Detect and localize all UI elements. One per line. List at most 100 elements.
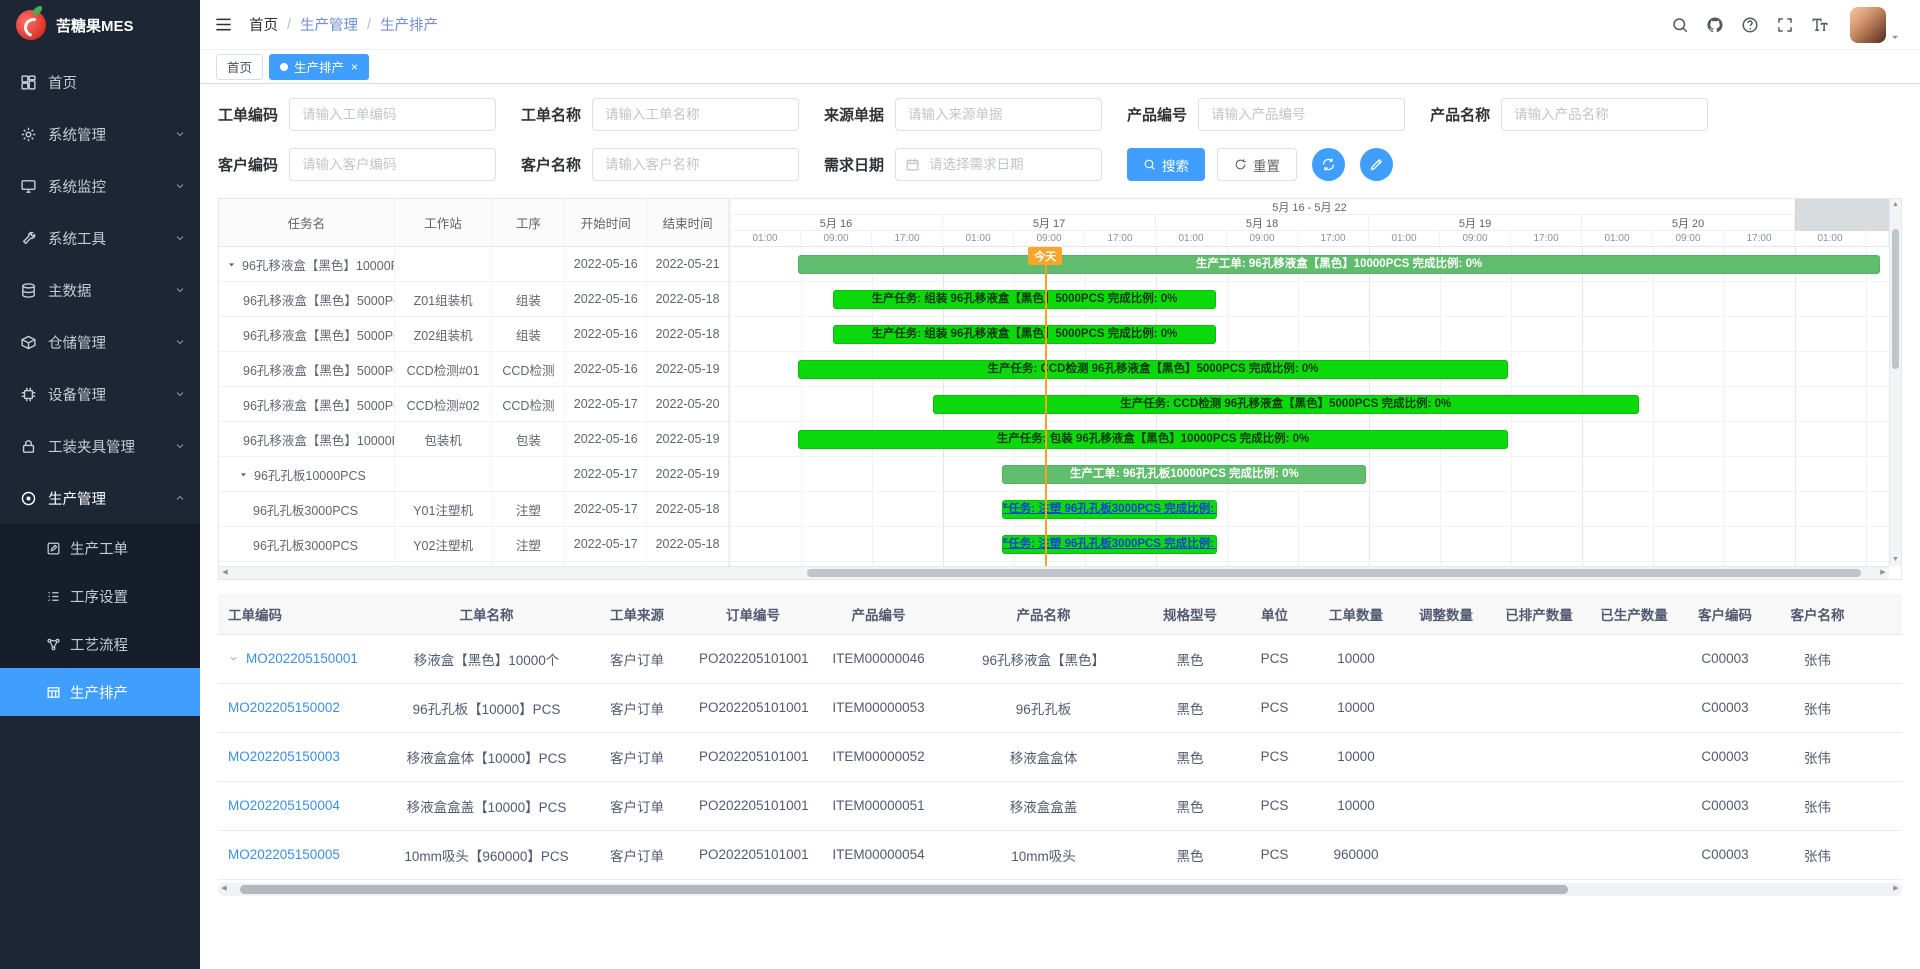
gantt-task-row[interactable]: 96孔孔板10000PCS2022-05-172022-05-19 <box>219 457 729 492</box>
gantt-task-row[interactable]: 96孔孔板3000PCSY02注塑机注塑2022-05-172022-05-18 <box>219 527 729 562</box>
gantt-task-row[interactable]: 96孔移液盒【黑色】5000PCSZ02组装机组装2022-05-162022-… <box>219 317 729 352</box>
sidebar-item-label: 系统监控 <box>48 176 174 197</box>
filter-label: 客户编码 <box>218 154 278 175</box>
orders-column-header: 客户编码 <box>1680 594 1770 634</box>
gantt-day-label: 5月 20 <box>1582 215 1795 230</box>
gantt-task-row[interactable]: 96孔移液盒【黑色】5000PCSCCD检测#02CCD检测2022-05-17… <box>219 387 729 422</box>
question-icon[interactable] <box>1741 16 1759 34</box>
sidebar-subitem[interactable]: 生产排产 <box>0 668 200 716</box>
sidebar-item[interactable]: 生产管理 <box>0 472 200 524</box>
gantt-bar[interactable]: 生产工单: 96孔移液盒【黑色】10000PCS 完成比例: 0% <box>798 255 1879 274</box>
gantt-bar[interactable]: 生产工单: 96孔孔板10000PCS 完成比例: 0% <box>1002 465 1366 484</box>
sidebar-subitem[interactable]: 工艺流程 <box>0 620 200 668</box>
scroll-down-icon[interactable]: ▼ <box>1890 554 1902 566</box>
gantt-task-row[interactable]: 96孔移液盒【黑色】5000PCSCCD检测#01CCD检测2022-05-16… <box>219 352 729 387</box>
search-icon[interactable] <box>1671 16 1689 34</box>
avatar[interactable] <box>1850 7 1886 43</box>
order-spec-cell: 黑色 <box>1141 830 1239 879</box>
gantt-bar[interactable]: 生产任务: CCD检测 96孔移液盒【黑色】5000PCS 完成比例: 0% <box>933 395 1639 414</box>
sidebar-item[interactable]: 系统监控 <box>0 160 200 212</box>
order-link[interactable]: MO202205150001 <box>246 651 358 666</box>
table-row[interactable]: MO202205150004移液盒盒盖【10000】PCS客户订单PO20220… <box>218 781 1902 830</box>
sidebar-subitem[interactable]: 工序设置 <box>0 572 200 620</box>
gantt-task-row[interactable]: 96孔移液盒【黑色】10000PCS包装机包装2022-05-162022-05… <box>219 422 729 457</box>
search-button[interactable]: 搜索 <box>1127 148 1205 181</box>
breadcrumb-separator: / <box>367 17 371 33</box>
tab-item[interactable]: 首页 <box>216 54 263 80</box>
gantt-bar[interactable]: 生产任务: 组装 96孔移液盒【黑色】5000PCS 完成比例: 0% <box>833 290 1215 309</box>
gantt-bar[interactable]: 生产任务: CCD检测 96孔移液盒【黑色】5000PCS 完成比例: 0% <box>798 360 1507 379</box>
sidebar-toggle-icon[interactable] <box>214 15 233 34</box>
table-grid-icon <box>46 685 61 700</box>
gantt-chart-body: 生产工单: 96孔移液盒【黑色】10000PCS 完成比例: 0% 生产任务: 组… <box>730 247 1889 579</box>
scrollbar-thumb[interactable] <box>1892 229 1899 369</box>
gantt-bar[interactable]: 生产任务: 包装 96孔移液盒【黑色】10000PCS 完成比例: 0% <box>798 430 1507 449</box>
order-product_code-cell: ITEM00000051 <box>811 781 946 830</box>
app-logo[interactable]: 苦糖果MES <box>0 0 200 50</box>
font-size-icon[interactable] <box>1811 16 1829 34</box>
gantt-bar[interactable]: 生产任务: 注塑 96孔孔板3000PCS 完成比例: 0% <box>1002 500 1216 519</box>
scroll-up-icon[interactable]: ▲ <box>1890 199 1902 211</box>
breadcrumb-item[interactable]: 首页 <box>249 14 278 35</box>
scroll-right-icon[interactable]: ▶ <box>1877 567 1889 579</box>
table-row[interactable]: MO20220515000296孔孔板【10000】PCS客户订单PO20220… <box>218 683 1902 732</box>
order-link[interactable]: MO202205150002 <box>228 700 340 715</box>
order-produced_qty-cell <box>1588 683 1680 732</box>
filter-input[interactable] <box>592 98 799 131</box>
filter-input[interactable] <box>289 98 496 131</box>
gantt-task-row[interactable]: 96孔孔板3000PCSY01注塑机注塑2022-05-172022-05-18 <box>219 492 729 527</box>
scroll-right-icon[interactable]: ▶ <box>1890 883 1902 895</box>
table-row[interactable]: MO20220515000510mm吸头【960000】PCS客户订单PO202… <box>218 830 1902 879</box>
scrollbar-track[interactable] <box>230 883 1890 896</box>
order-demand_date-cell: 2022 <box>1865 830 1902 879</box>
gantt-task-row[interactable]: 96孔移液盒【黑色】5000PCSZ01组装机组装2022-05-162022-… <box>219 282 729 317</box>
sidebar-item[interactable]: 系统工具 <box>0 212 200 264</box>
app-root: 苦糖果MES 首页系统管理系统监控系统工具主数据仓储管理设备管理工装夹具管理生产… <box>0 0 1920 969</box>
sidebar-item[interactable]: 首页 <box>0 56 200 108</box>
user-menu[interactable] <box>1850 7 1900 43</box>
sidebar-item[interactable]: 仓储管理 <box>0 316 200 368</box>
table-row[interactable]: MO202205150001移液盒【黑色】10000个客户订单PO2022051… <box>218 634 1902 683</box>
sidebar-subitem[interactable]: 生产工单 <box>0 524 200 572</box>
table-row[interactable]: MO202205150003移液盒盒体【10000】PCS客户订单PO20220… <box>218 732 1902 781</box>
filter-input[interactable] <box>289 148 496 181</box>
filter-input[interactable] <box>1501 98 1708 131</box>
filter-input[interactable] <box>895 98 1102 131</box>
sidebar-item[interactable]: 主数据 <box>0 264 200 316</box>
order-link[interactable]: MO202205150005 <box>228 847 340 862</box>
gantt-range-label: 5月 16 - 5月 22 <box>730 199 1889 215</box>
gantt-task-row[interactable]: 96孔移液盒【黑色】10000PCS2022-05-162022-05-21 <box>219 247 729 282</box>
scroll-left-icon[interactable]: ◀ <box>218 883 230 895</box>
scrollbar-track[interactable] <box>1890 211 1901 554</box>
order-link[interactable]: MO202205150004 <box>228 798 340 813</box>
gantt-bar[interactable]: 生产任务: 注塑 96孔孔板3000PCS 完成比例: 0% <box>1002 535 1216 554</box>
fullscreen-icon[interactable] <box>1776 16 1794 34</box>
gantt-horizontal-scrollbar[interactable]: ◀ ▶ <box>219 566 1889 579</box>
github-icon[interactable] <box>1706 16 1724 34</box>
sidebar-item[interactable]: 系统管理 <box>0 108 200 160</box>
tab-close-icon[interactable]: × <box>351 60 358 74</box>
orders-horizontal-scrollbar[interactable]: ◀ ▶ <box>218 883 1902 896</box>
gantt-time-label: 01:00 <box>730 231 801 246</box>
scroll-left-icon[interactable]: ◀ <box>219 567 231 579</box>
sidebar-item[interactable]: 工装夹具管理 <box>0 420 200 472</box>
edit-columns-button[interactable] <box>1360 148 1393 181</box>
orders-column-header: 客户名称 <box>1770 594 1865 634</box>
gantt-vertical-scrollbar[interactable]: ▲ ▼ <box>1889 199 1901 566</box>
sidebar-item[interactable]: 设备管理 <box>0 368 200 420</box>
filter-input[interactable] <box>1198 98 1405 131</box>
filter-input[interactable] <box>592 148 799 181</box>
refresh-view-button[interactable] <box>1312 148 1345 181</box>
reset-button[interactable]: 重置 <box>1217 148 1297 181</box>
tab-item[interactable]: 生产排产× <box>269 54 369 80</box>
breadcrumb-separator: / <box>287 17 291 33</box>
scrollbar-track[interactable] <box>231 567 1877 579</box>
breadcrumb-item[interactable]: 生产管理 <box>300 14 358 35</box>
gantt-bar[interactable]: 生产任务: 组装 96孔移液盒【黑色】5000PCS 完成比例: 0% <box>833 325 1215 344</box>
scrollbar-thumb[interactable] <box>807 569 1860 577</box>
expand-caret-icon <box>239 470 248 479</box>
scrollbar-thumb[interactable] <box>240 885 1568 894</box>
filter-input[interactable] <box>895 148 1102 181</box>
order-link[interactable]: MO202205150003 <box>228 749 340 764</box>
order-customer_code-cell: C00003 <box>1680 830 1770 879</box>
